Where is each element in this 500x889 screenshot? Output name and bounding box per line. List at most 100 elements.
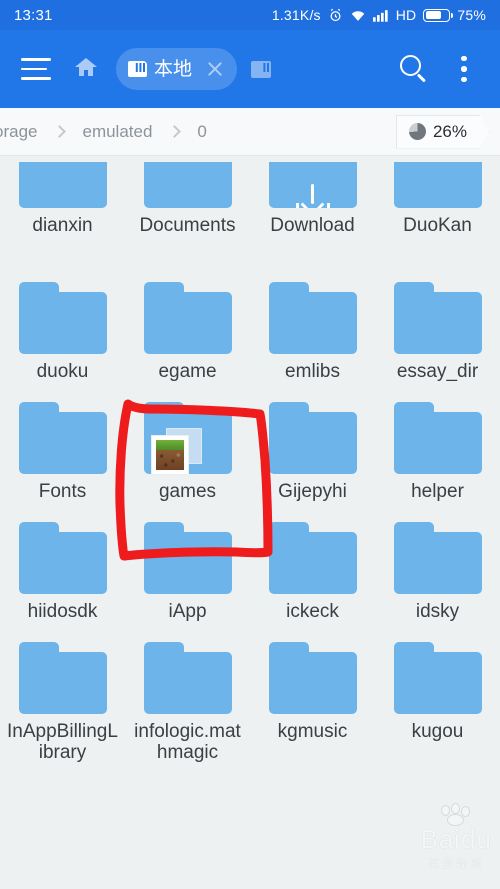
network-speed: 1.31K/s	[271, 7, 321, 23]
signal-bars-icon	[372, 9, 389, 22]
folder-label: Gijepyhi	[278, 481, 347, 502]
folder-icon	[268, 522, 357, 594]
battery-icon	[423, 8, 454, 22]
folder-item[interactable]: kugou	[375, 636, 500, 756]
folder-icon	[268, 282, 357, 354]
folder-icon	[268, 402, 357, 474]
wifi-icon	[350, 9, 366, 22]
breadcrumb-item-1[interactable]: emulated	[74, 122, 160, 142]
folder-icon	[18, 402, 107, 474]
watermark-brand: Baidu	[420, 824, 492, 854]
tab-local-label: 本地	[154, 58, 193, 80]
pie-chart-icon	[409, 123, 426, 140]
folder-item[interactable]: iApp	[125, 516, 250, 636]
download-arrow-icon	[293, 184, 333, 208]
chevron-right-icon	[168, 125, 182, 138]
folder-icon	[393, 162, 482, 208]
folder-icon	[393, 522, 482, 594]
folder-icon	[18, 162, 107, 208]
folder-icon	[393, 282, 482, 354]
folder-label: infologic.mathmagic	[134, 721, 241, 764]
folder-icon	[393, 642, 482, 714]
sdcard-tab-icon[interactable]	[251, 60, 272, 78]
storage-usage-badge[interactable]: 26%	[396, 115, 490, 149]
folder-item[interactable]: kgmusic	[250, 636, 375, 756]
battery-percent: 75%	[457, 7, 486, 23]
watermark-subtitle: 百度经验	[428, 858, 485, 870]
folder-label: games	[158, 481, 217, 502]
folder-item[interactable]: Fonts	[0, 396, 125, 516]
folder-label: egame	[158, 361, 217, 382]
folder-icon	[143, 282, 232, 354]
folder-label: helper	[411, 481, 464, 502]
breadcrumb-item-0[interactable]: orage	[0, 122, 45, 142]
folder-label: InAppBillingLibrary	[7, 721, 118, 764]
folder-item[interactable]: dianxin	[0, 156, 125, 276]
folder-label: emlibs	[285, 361, 340, 382]
baidu-watermark: Baidu 百度经验	[421, 804, 493, 871]
storage-usage-value: 26%	[432, 121, 467, 141]
folder-label: DuoKan	[403, 215, 472, 236]
folder-item[interactable]: helper	[375, 396, 500, 516]
folder-label: idsky	[415, 601, 460, 622]
folder-label: dianxin	[32, 215, 93, 236]
folder-label: kugou	[411, 721, 464, 742]
hamburger-menu-button[interactable]	[14, 45, 58, 93]
folder-label: hiidosdk	[27, 601, 98, 622]
folder-grid: dianxin Documents Download DuoKan duoku	[0, 156, 500, 889]
folder-icon	[18, 282, 107, 354]
folder-thumbnail-icon	[143, 402, 232, 474]
breadcrumb-item-2[interactable]: 0	[189, 122, 214, 142]
folder-icon	[268, 642, 357, 714]
folder-icon	[143, 162, 232, 208]
folder-item[interactable]: duoku	[0, 276, 125, 396]
folder-item[interactable]: hiidosdk	[0, 516, 125, 636]
folder-icon	[143, 642, 232, 714]
search-icon	[400, 55, 428, 83]
status-clock: 13:31	[14, 6, 53, 24]
overflow-menu-button[interactable]	[442, 45, 486, 93]
home-icon	[74, 56, 98, 83]
minecraft-grass-block-thumbnail	[151, 436, 188, 474]
folder-item[interactable]: egame	[125, 276, 250, 396]
app-toolbar: 本地	[0, 30, 500, 108]
folder-label: Download	[270, 215, 355, 236]
paw-print-icon	[436, 804, 476, 826]
folder-label: duoku	[36, 361, 89, 382]
folder-item[interactable]: Gijepyhi	[250, 396, 375, 516]
folder-item-games[interactable]: games	[125, 396, 250, 516]
folder-label: ickeck	[286, 601, 339, 622]
folder-item[interactable]: ickeck	[250, 516, 375, 636]
folder-item[interactable]: Download	[250, 156, 375, 276]
breadcrumb: orage emulated 0 26%	[0, 108, 500, 156]
folder-label: Fonts	[38, 481, 87, 502]
folder-item[interactable]: infologic.mathmagic	[125, 636, 250, 763]
hamburger-menu-icon	[21, 58, 51, 80]
home-button[interactable]	[64, 45, 108, 93]
folder-icon	[18, 522, 107, 594]
network-type-label: HD	[395, 7, 417, 23]
folder-item[interactable]: essay_dir	[375, 276, 500, 396]
folder-item[interactable]: DuoKan	[375, 156, 500, 276]
search-button[interactable]	[392, 45, 436, 93]
folder-label: iApp	[168, 601, 207, 622]
folder-icon	[18, 642, 107, 714]
folder-item[interactable]: emlibs	[250, 276, 375, 396]
file-manager-screen: 13:31 1.31K/s HD 75% 本地 rage emulated 0 …	[0, 0, 500, 889]
folder-icon	[143, 522, 232, 594]
chevron-right-icon	[53, 125, 67, 138]
status-bar: 13:31 1.31K/s HD 75%	[0, 0, 500, 30]
folder-download-icon	[268, 162, 357, 208]
folder-icon	[393, 402, 482, 474]
folder-item[interactable]: idsky	[375, 516, 500, 636]
alarm-clock-icon	[328, 8, 343, 23]
status-indicators: 1.31K/s HD 75%	[272, 7, 486, 23]
folder-item[interactable]: InAppBillingLibrary	[0, 636, 125, 763]
folder-label: essay_dir	[396, 361, 479, 382]
close-icon[interactable]	[203, 57, 227, 81]
folder-label: kgmusic	[277, 721, 348, 742]
sdcard-icon	[128, 61, 147, 77]
folder-label: Documents	[139, 215, 236, 236]
tab-local[interactable]: 本地	[116, 48, 238, 90]
folder-item[interactable]: Documents	[125, 156, 250, 276]
